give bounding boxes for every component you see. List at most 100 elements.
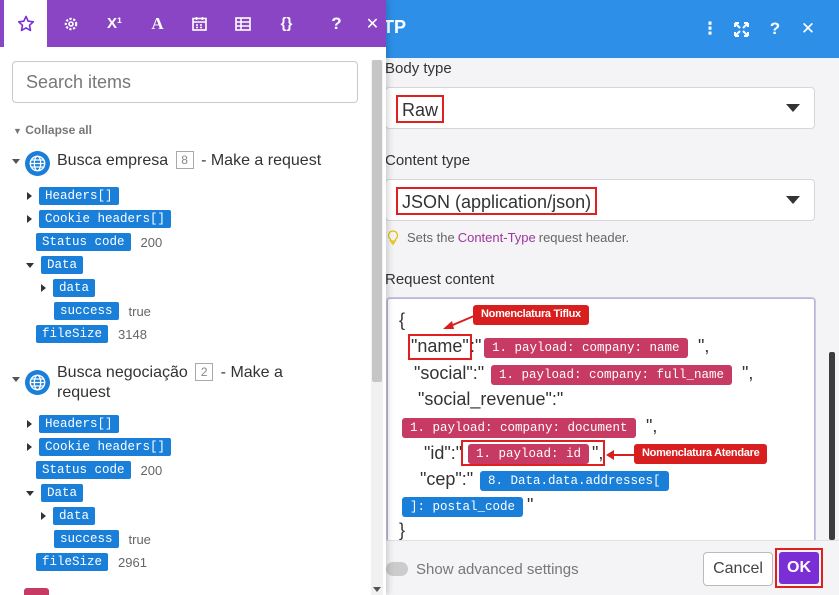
chevron-down-icon [12,159,20,164]
chip-cookie-headers[interactable]: Cookie headers[] [39,438,172,456]
cancel-button[interactable]: Cancel [703,552,773,586]
chip-data[interactable]: Data [41,484,84,502]
tree-item-data-sub[interactable]: data [41,279,96,297]
tree-item-filesize[interactable]: fileSize 2961 [36,553,147,571]
text-icon: A [151,13,164,33]
globe-icon [25,151,50,176]
module-badge: 8 [175,151,194,169]
chevron-right-icon [27,192,32,200]
json-name-end: ", [698,336,710,356]
tree-item-data[interactable]: Data [26,256,84,274]
tree-item-headers[interactable]: Headers[] [27,415,119,433]
tree-item-data[interactable]: Data [26,484,84,502]
editor-scrollbar[interactable] [829,352,835,540]
hint-content-type: Content-Type [457,230,536,245]
mapping-panel: X¹ A {} ? ✕ ▼ Collapse all Busca empresa… [0,0,386,595]
chip-filesize[interactable]: fileSize [36,325,109,343]
annotation-atendare: Nomenclatura Atendare [634,444,768,464]
content-type-hint: Sets the Content-Type request header. [387,230,629,245]
chevron-right-icon [41,512,46,520]
module-busca-negociacao[interactable]: Busca negociação 2 - Make a request [12,363,283,403]
json-social-key: "social":" [414,363,485,383]
module-name: Busca negociação [57,364,188,381]
arrow-to-id-icon [606,450,634,460]
chevron-down-icon [26,262,34,268]
more-options-icon[interactable]: ⋮ [697,16,723,42]
superscript-icon: X¹ [107,15,122,32]
expand-arrows-icon [733,21,749,37]
chip-status-code[interactable]: Status code [36,461,131,479]
panel-tab-bar: X¹ A {} ? ✕ [0,0,386,47]
body-type-select[interactable]: Raw [385,87,815,129]
tree-item-success[interactable]: success true [54,530,151,548]
json-social-end: ", [742,363,754,383]
tree-item-status-code[interactable]: Status code 200 [36,233,162,251]
tree-item-success[interactable]: success true [54,302,151,320]
json-id-end: ", [592,443,604,463]
help-icon: ? [331,13,342,33]
chip-cookie-headers[interactable]: Cookie headers[] [39,210,172,228]
chip-headers[interactable]: Headers[] [39,187,119,205]
scrollbar-thumb[interactable] [372,60,382,382]
module-busca-empresa[interactable]: Busca empresa 8 - Make a request [12,151,321,176]
module-name-line2: request [57,384,111,401]
help-icon[interactable]: ? [762,16,788,42]
filesize-value: 2961 [118,554,147,570]
status-code-value: 200 [140,462,163,478]
tab-math[interactable]: X¹ [93,0,136,47]
tab-text[interactable]: A [136,0,179,47]
panel-scrollbar[interactable] [371,60,383,595]
tab-date[interactable] [178,0,221,47]
chip-success[interactable]: success [54,530,119,548]
chip-status-code[interactable]: Status code [36,233,131,251]
chip-data-sub[interactable]: data [53,279,96,297]
tab-favorites[interactable] [4,0,47,47]
close-icon: ✕ [365,15,380,33]
scroll-down-icon[interactable] [373,587,381,592]
chip-headers[interactable]: Headers[] [39,415,119,433]
advanced-settings-toggle[interactable] [386,562,408,576]
chevron-right-icon [27,215,32,223]
tree-item-data-sub[interactable]: data [41,507,96,525]
search-input[interactable] [12,61,358,103]
tree-item-headers[interactable]: Headers[] [27,187,119,205]
pill-addresses-end[interactable]: ]: postal_code [402,497,524,517]
table-icon [234,16,251,31]
tab-array[interactable] [221,0,264,47]
tree-item-status-code[interactable]: Status code 200 [36,461,162,479]
chevron-right-icon [41,284,46,292]
globe-lines-icon [29,374,46,391]
tab-general[interactable] [49,0,92,47]
pill-company-name[interactable]: 1. payload: company: name [484,338,688,358]
success-value: true [128,531,151,547]
tree-item-cookie-headers[interactable]: Cookie headers[] [27,438,172,456]
json-cep-key: "cep":" [420,469,474,489]
expand-icon[interactable] [728,16,754,42]
content-type-select[interactable]: JSON (application/json) [385,179,815,221]
json-cep-end: " [527,495,534,515]
pill-addresses-start[interactable]: 8. Data.data.addresses[ [480,471,669,491]
chip-filesize[interactable]: fileSize [36,553,109,571]
chevron-down-icon [786,104,800,112]
tree-item-cookie-headers[interactable]: Cookie headers[] [27,210,172,228]
chevron-down-icon [12,377,20,382]
collapse-all-label: Collapse all [25,123,92,137]
braces-icon: {} [280,15,293,32]
pill-company-full-name[interactable]: 1. payload: company: full_name [491,365,733,385]
tree-item-filesize[interactable]: fileSize 3148 [36,325,147,343]
pill-payload-id[interactable]: 1. payload: id [468,444,590,464]
tab-json[interactable]: {} [265,0,308,47]
request-content-label: Request content [385,271,495,288]
collapse-all-toggle[interactable]: ▼ Collapse all [13,123,92,137]
close-icon[interactable]: ✕ [795,16,821,42]
chip-data[interactable]: Data [41,256,84,274]
panel-close[interactable]: ✕ [351,0,394,47]
ok-button[interactable]: OK [779,552,819,584]
module-suffix: - Make a [220,364,283,381]
pill-company-document[interactable]: 1. payload: company: document [402,418,636,438]
chip-data-sub[interactable]: data [53,507,96,525]
chevron-down-icon [786,196,800,204]
chip-success[interactable]: success [54,302,119,320]
globe-icon [25,370,50,395]
module-name: Busca empresa [57,152,169,169]
